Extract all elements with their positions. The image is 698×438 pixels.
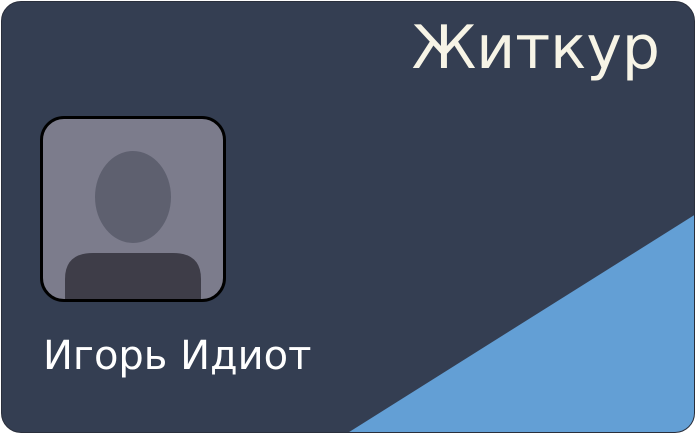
brand-title: Житкур <box>411 13 660 83</box>
person-silhouette-icon <box>65 151 201 299</box>
id-card: Житкур Игорь Идиот <box>1 1 695 433</box>
holder-name: Игорь Идиот <box>43 333 312 379</box>
avatar <box>40 116 226 302</box>
